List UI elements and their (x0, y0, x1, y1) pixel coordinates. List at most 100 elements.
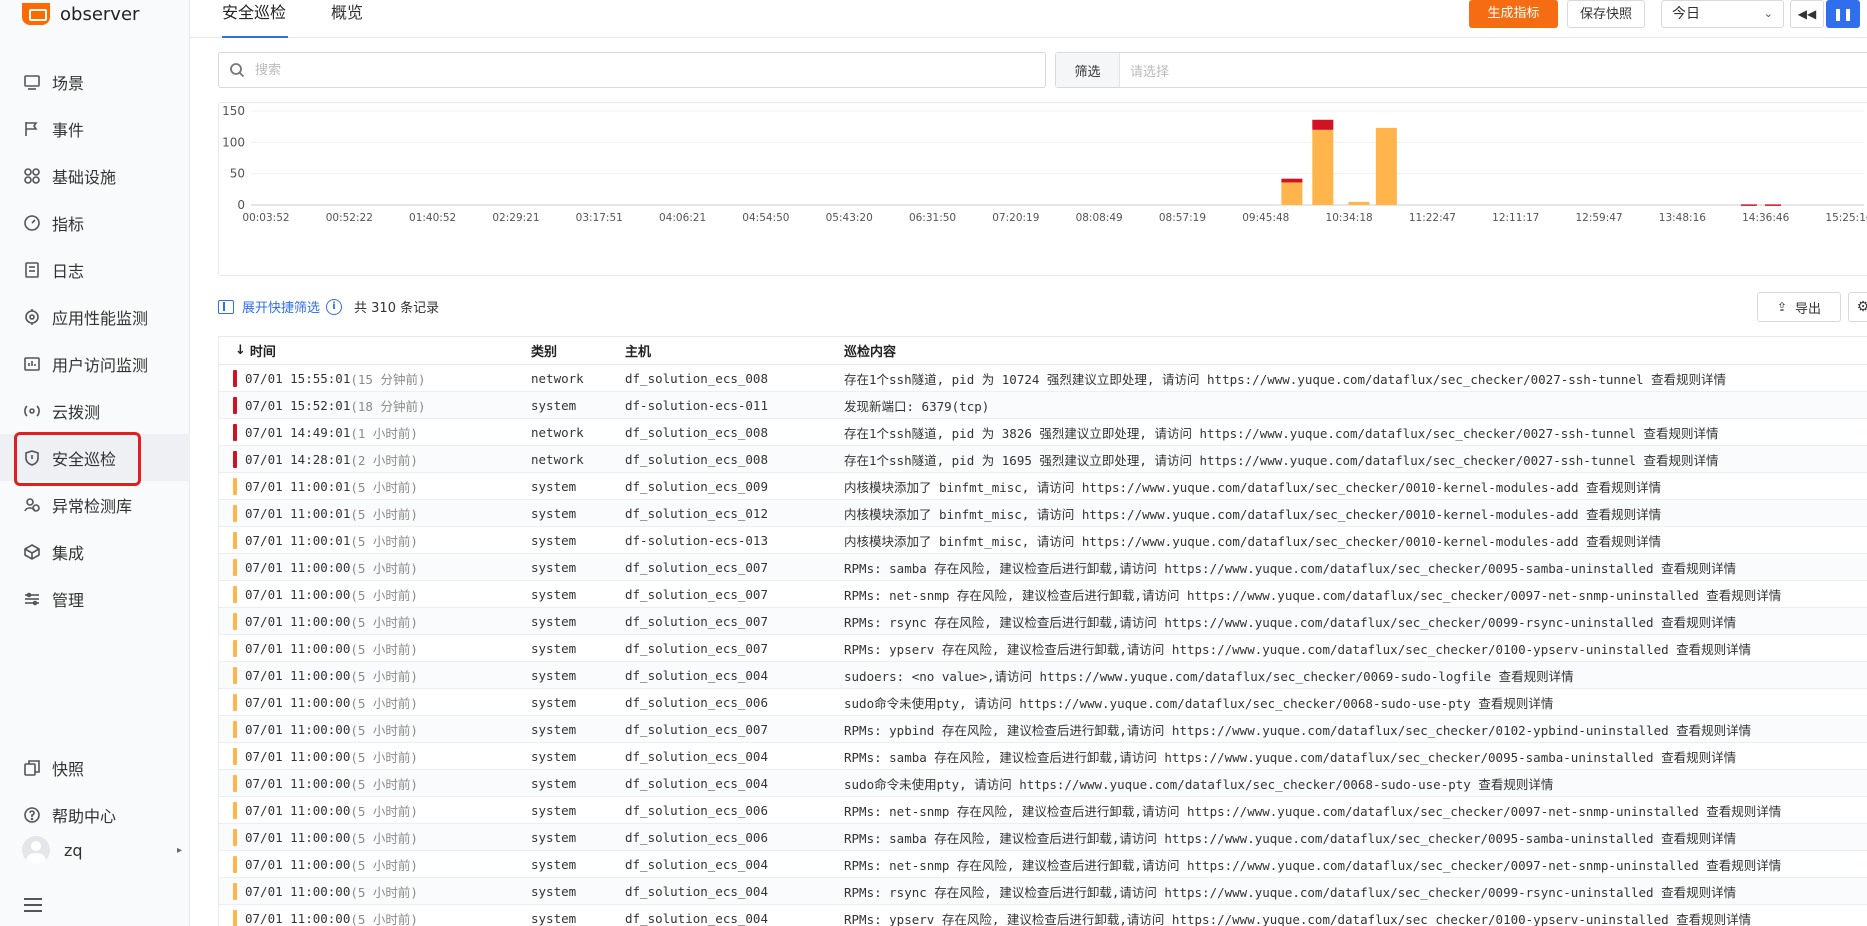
sidebar-item-settings[interactable]: 管理 (0, 575, 190, 622)
rule-detail-link[interactable]: 查看规则详情 (1676, 642, 1751, 657)
tab-overview[interactable]: 概览 (331, 0, 363, 38)
sidebar-item-flag[interactable]: 事件 (0, 105, 190, 152)
table-row[interactable]: 07/01 14:28:01 (2 小时前) network df_solution_… (219, 446, 1867, 473)
rule-detail-link[interactable]: 查看规则详情 (1478, 696, 1553, 711)
sidebar-item-help[interactable]: 帮助中心 (0, 791, 190, 838)
rule-detail-link[interactable]: 查看规则详情 (1644, 453, 1719, 468)
bar-critical[interactable] (1281, 178, 1303, 183)
relative-time: (5 小时前) (350, 614, 418, 630)
rule-detail-link[interactable]: 查看规则详情 (1661, 615, 1736, 630)
collapse-sidebar-icon[interactable] (24, 898, 42, 914)
sidebar-item-log[interactable]: 日志 (0, 246, 190, 293)
bar-warning[interactable] (1312, 129, 1334, 205)
table-row[interactable]: 07/01 11:00:00 (5 小时前) system df_solution_e… (219, 608, 1867, 635)
cell-time: 07/01 11:00:00 (5 小时前) (219, 558, 531, 577)
rule-detail-link[interactable]: 查看规则详情 (1586, 480, 1661, 495)
table-row[interactable]: 07/01 11:00:00 (5 小时前) system df_solution_e… (219, 662, 1867, 689)
rule-detail-link[interactable]: 查看规则详情 (1499, 669, 1574, 684)
x-tick-label: 07:20:19 (992, 212, 1039, 224)
save-snapshot-button[interactable]: 保存快照 (1567, 0, 1645, 28)
table-row[interactable]: 07/01 11:00:00 (5 小时前) system df_solution_e… (219, 716, 1867, 743)
time-value: 07/01 11:00:00 (245, 748, 351, 764)
cell-content: 发现新端口: 6379(tcp) (844, 396, 1867, 415)
gear-icon[interactable]: ⚙ (1848, 292, 1867, 322)
rule-detail-link[interactable]: 查看规则详情 (1661, 831, 1736, 846)
table-row[interactable]: 07/01 11:00:00 (5 小时前) system df_solution_e… (219, 824, 1867, 851)
sidebar-item-shield[interactable]: 安全巡检 (0, 434, 190, 481)
table-row[interactable]: 07/01 11:00:01 (5 小时前) system df_solution_e… (219, 473, 1867, 500)
rule-detail-link[interactable]: 查看规则详情 (1586, 507, 1661, 522)
rule-detail-link[interactable]: 查看规则详情 (1706, 588, 1781, 603)
tab-security-check[interactable]: 安全巡检 (222, 0, 288, 38)
rewind-icon[interactable]: ◀◀ (1790, 0, 1824, 28)
sidebar-item-metrics[interactable]: 指标 (0, 199, 190, 246)
sidebar-item-dashboard[interactable]: 场景 (0, 58, 190, 105)
rule-detail-link[interactable]: 查看规则详情 (1706, 804, 1781, 819)
generate-metric-button[interactable]: 生成指标 (1469, 0, 1558, 28)
table-row[interactable]: 07/01 11:00:01 (5 小时前) system df_solution_e… (219, 500, 1867, 527)
sidebar-nav: 场景 事件 基础设施 指标 日志 应用性能监测 用户访问监测 云拨测 安全巡检 异常检测库 集成 管理 (0, 58, 190, 622)
rule-detail-link[interactable]: 查看规则详情 (1676, 723, 1751, 738)
user-menu[interactable]: zq ▸ (22, 836, 182, 864)
pause-icon[interactable]: ❚❚ (1826, 0, 1860, 28)
bar-warning[interactable] (1348, 201, 1370, 205)
table-row[interactable]: 07/01 11:00:00 (5 小时前) system df_solution_e… (219, 554, 1867, 581)
bar-critical[interactable] (1312, 119, 1334, 130)
sidebar-item-snapshot[interactable]: 快照 (0, 744, 190, 791)
table-row[interactable]: 07/01 11:00:00 (5 小时前) system df_solution_e… (219, 635, 1867, 662)
search-box[interactable] (218, 52, 1046, 88)
table-row[interactable]: 07/01 15:52:01 (18 分钟前) system df-solution-… (219, 392, 1867, 419)
table-body: 07/01 15:55:01 (15 分钟前) network df_solution… (219, 365, 1867, 926)
rule-detail-link[interactable]: 查看规则详情 (1661, 750, 1736, 765)
severity-indicator (233, 828, 237, 846)
rule-detail-link[interactable]: 查看规则详情 (1644, 426, 1719, 441)
table-row[interactable]: 07/01 11:00:00 (5 小时前) system df_solution_e… (219, 851, 1867, 878)
bar-warning[interactable] (1281, 182, 1303, 205)
time-range-select[interactable]: 今日 ⌄ (1661, 0, 1784, 28)
filter-select[interactable]: 请选择 (1130, 61, 1169, 80)
bar-critical[interactable] (1740, 204, 1757, 206)
sidebar-item-integration[interactable]: 集成 (0, 528, 190, 575)
filter-box[interactable]: 筛选 请选择 (1055, 52, 1867, 88)
security-table: ↓ 时间 类别 主机 巡检内容 07/01 15:55:01 (15 分钟前) net… (218, 336, 1867, 926)
cell-content: 存在1个ssh隧道, pid 为 1695 强烈建议立即处理, 请访问 http… (844, 450, 1867, 469)
rule-detail-link[interactable]: 查看规则详情 (1706, 858, 1781, 873)
table-row[interactable]: 07/01 11:00:00 (5 小时前) system df_solution_e… (219, 581, 1867, 608)
export-button[interactable]: ⇪ 导出 (1757, 292, 1841, 322)
table-row[interactable]: 07/01 11:00:00 (5 小时前) system df_solution_e… (219, 905, 1867, 926)
table-row[interactable]: 07/01 11:00:00 (5 小时前) system df_solution_e… (219, 743, 1867, 770)
content-text: 内核模块添加了 binfmt_misc, 请访问 https://www.yuq… (844, 533, 1579, 549)
table-row[interactable]: 07/01 11:00:00 (5 小时前) system df_solution_e… (219, 689, 1867, 716)
rule-detail-link[interactable]: 查看规则详情 (1676, 912, 1751, 926)
rule-detail-link[interactable]: 查看规则详情 (1661, 561, 1736, 576)
column-time[interactable]: ↓ 时间 (219, 341, 531, 360)
rule-detail-link[interactable]: 查看规则详情 (1661, 885, 1736, 900)
table-row[interactable]: 07/01 15:55:01 (15 分钟前) network df_solution… (219, 365, 1867, 392)
snapshot-icon (22, 758, 42, 778)
severity-indicator (233, 531, 237, 549)
app-logo[interactable]: observer (22, 0, 139, 28)
table-row[interactable]: 07/01 11:00:00 (5 小时前) system df_solution_e… (219, 770, 1867, 797)
cell-content: RPMs: samba 存在风险, 建议检查后进行卸载,请访问 https://… (844, 747, 1867, 766)
sidebar-item-infrastructure[interactable]: 基础设施 (0, 152, 190, 199)
sidebar-item-rum[interactable]: 用户访问监测 (0, 340, 190, 387)
rule-detail-link[interactable]: 查看规则详情 (1586, 534, 1661, 549)
sidebar-item-monitor[interactable]: 异常检测库 (0, 481, 190, 528)
cell-time: 07/01 11:00:00 (5 小时前) (219, 855, 531, 874)
time-value: 07/01 11:00:00 (245, 829, 351, 845)
rule-detail-link[interactable]: 查看规则详情 (1478, 777, 1553, 792)
table-row[interactable]: 07/01 11:00:01 (5 小时前) system df-solution-e… (219, 527, 1867, 554)
sidebar-item-dialing[interactable]: 云拨测 (0, 387, 190, 434)
rule-detail-link[interactable]: 查看规则详情 (1651, 372, 1726, 387)
sidebar-item-apm[interactable]: 应用性能监测 (0, 293, 190, 340)
info-icon[interactable]: i (326, 298, 343, 315)
quick-filter-toggle[interactable]: 展开快捷筛选 i 共 310 条记录 (218, 297, 439, 316)
bar-warning[interactable] (1375, 127, 1397, 205)
table-row[interactable]: 07/01 11:00:00 (5 小时前) system df_solution_e… (219, 878, 1867, 905)
search-input[interactable] (255, 62, 1015, 78)
table-row[interactable]: 07/01 14:49:01 (1 小时前) network df_solution_… (219, 419, 1867, 446)
bar-critical[interactable] (1764, 204, 1781, 206)
cell-time: 07/01 11:00:00 (5 小时前) (219, 612, 531, 631)
table-row[interactable]: 07/01 11:00:00 (5 小时前) system df_solution_e… (219, 797, 1867, 824)
time-value: 07/01 14:28:01 (245, 451, 351, 467)
